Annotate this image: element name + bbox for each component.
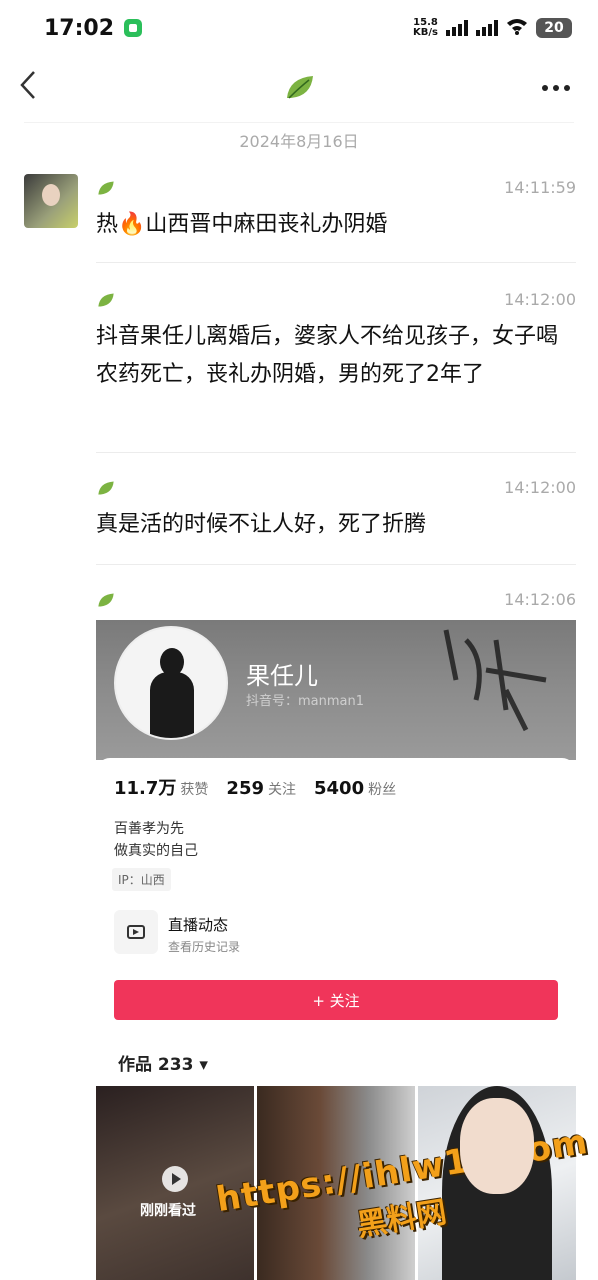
message-item[interactable]: 14:12:06 [96, 590, 576, 618]
likes-label: 获赞 [180, 782, 209, 798]
following-label: 关注 [268, 782, 296, 798]
follow-button: + 关注 [114, 980, 558, 1020]
avatar-face [42, 184, 60, 206]
live-subtitle: 查看历史记录 [168, 940, 241, 954]
calligraphy-decoration [436, 620, 556, 755]
message-text: 抖音果任儿离婚后，婆家人不给见孩子，女子喝农药死亡，丧礼办阴婚，男的死了2年了 [96, 324, 559, 387]
clock: 17:02 [44, 15, 143, 41]
play-icon [162, 1166, 188, 1192]
leaf-icon [96, 590, 116, 610]
following-count: 259 [226, 778, 264, 799]
ip-badge: IP：山西 [112, 868, 171, 891]
wifi-icon [506, 17, 528, 40]
profile-stats: 11.7万 获赞 259 关注 5400 粉丝 [114, 774, 396, 800]
leaf-icon [96, 478, 116, 498]
leaf-icon [283, 70, 317, 104]
profile-avatar [114, 626, 228, 740]
message-item[interactable]: 14:12:00 抖音果任儿离婚后，婆家人不给见孩子，女子喝农药死亡，丧礼办阴婚… [96, 290, 576, 440]
profile-banner: 果任儿 抖音号：manman1 [96, 620, 576, 760]
works-count: 作品 233 ▾ [118, 1055, 208, 1075]
message-time: 14:12:00 [504, 290, 576, 309]
date-divider: 2024年8月16日 [239, 132, 359, 151]
likes-count: 11.7万 [114, 778, 177, 799]
back-button[interactable] [18, 68, 38, 111]
message-divider [96, 262, 576, 263]
net-speed: 15.8 KB/s [413, 18, 438, 38]
bio-line: 百善孝为先 [114, 821, 184, 837]
leaf-icon [96, 290, 116, 310]
profile-id: 抖音号：manman1 [246, 694, 365, 709]
signal-icon-2 [476, 20, 498, 36]
net-speed-unit: KB/s [413, 27, 438, 38]
status-icons: 15.8 KB/s 20 [413, 17, 572, 40]
message-item[interactable]: 14:11:59 热🔥山西晋中麻田丧礼办阴婚 [96, 178, 576, 248]
message-time: 14:12:00 [504, 478, 576, 497]
chat-header [0, 60, 598, 120]
header-divider [24, 122, 574, 123]
live-title: 直播动态 [168, 916, 229, 934]
message-divider [96, 564, 576, 565]
more-options-button[interactable] [540, 68, 572, 101]
message-time: 14:12:06 [504, 590, 576, 609]
message-item[interactable]: 14:12:00 真是活的时候不让人好，死了折腾 [96, 478, 576, 548]
notification-icon [124, 19, 143, 37]
live-icon [114, 910, 158, 954]
signal-icon [446, 20, 468, 36]
fans-label: 粉丝 [368, 782, 397, 798]
fans-count: 5400 [314, 778, 365, 799]
message-text: 热🔥山西晋中麻田丧礼办阴婚 [96, 212, 388, 237]
recently-viewed-label: 刚刚看过 [140, 1203, 196, 1219]
battery-icon: 20 [536, 18, 572, 38]
bio-line: 做真实的自己 [114, 843, 198, 859]
sender-avatar[interactable] [24, 174, 78, 228]
status-bar: 17:02 15.8 KB/s 20 [0, 0, 598, 56]
profile-bio: 百善孝为先 做真实的自己 [114, 818, 198, 862]
leaf-icon [96, 178, 116, 198]
message-time: 14:11:59 [504, 178, 576, 197]
message-text: 真是活的时候不让人好，死了折腾 [96, 512, 427, 537]
message-divider [96, 452, 576, 453]
status-time: 17:02 [44, 15, 115, 41]
profile-name: 果任儿 [246, 662, 318, 690]
